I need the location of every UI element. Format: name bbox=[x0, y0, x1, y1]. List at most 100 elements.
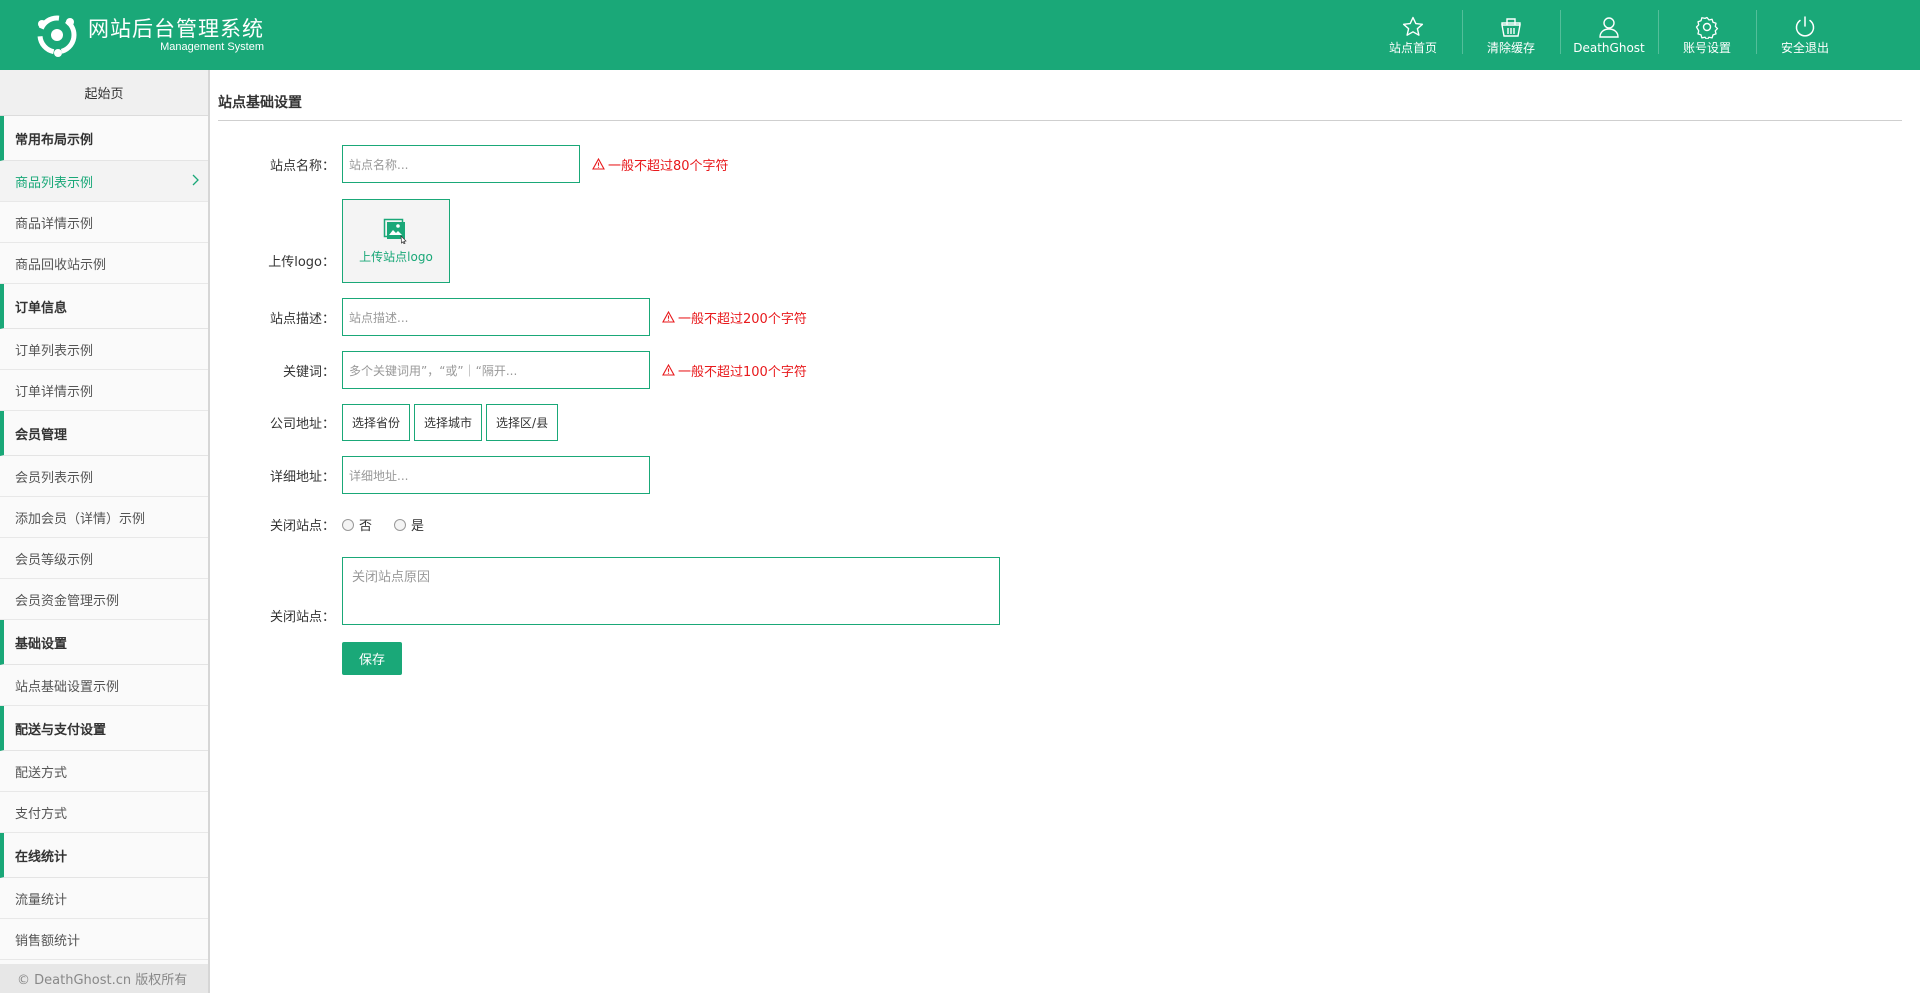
district-select[interactable]: 选择区/县 bbox=[486, 404, 559, 441]
sidebar-item-delivery[interactable]: 配送方式 bbox=[0, 751, 208, 792]
sidebar-item-product-detail[interactable]: 商品详情示例 bbox=[0, 202, 208, 243]
nav-site-home[interactable]: 站点首页 bbox=[1364, 0, 1462, 70]
top-header: 网站后台管理系统 Management System 站点首页 清除缓存 Dea… bbox=[0, 0, 1920, 70]
warning-icon bbox=[662, 364, 675, 376]
sidebar-home[interactable]: 起始页 bbox=[0, 70, 208, 116]
gear-icon bbox=[1695, 16, 1719, 39]
address-row: 公司地址： 选择省份 选择城市 选择区/县 bbox=[218, 404, 562, 441]
close-reason-label: 关闭站点： bbox=[269, 610, 335, 625]
sidebar-item-label: 会员资金管理示例 bbox=[15, 593, 120, 609]
keywords-hint: 一般不超过100个字符 bbox=[662, 361, 807, 380]
keywords-label: 关键词： bbox=[282, 364, 335, 380]
nav-user-label: DeathGhost bbox=[1573, 41, 1645, 55]
nav-user[interactable]: DeathGhost bbox=[1560, 0, 1658, 70]
site-name-input[interactable]: 站点名称... bbox=[342, 145, 580, 183]
nav-clear-cache[interactable]: 清除缓存 bbox=[1462, 0, 1560, 70]
nav-logout-label: 安全退出 bbox=[1780, 41, 1829, 55]
chevron-right-icon bbox=[192, 174, 199, 186]
sidebar: 起始页 常用布局示例 商品列表示例 商品详情示例 商品回收站示例 订单信息 订单… bbox=[0, 70, 210, 993]
site-name-hint: 一般不超过80个字符 bbox=[592, 155, 729, 174]
description-input[interactable]: 站点描述... bbox=[342, 298, 650, 336]
nav-site-home-label: 站点首页 bbox=[1388, 41, 1437, 55]
nav-clear-cache-label: 清除缓存 bbox=[1486, 41, 1535, 55]
site-name-hint-text: 一般不超过80个字符 bbox=[608, 158, 729, 174]
keywords-hint-text: 一般不超过100个字符 bbox=[678, 364, 807, 380]
sidebar-item-label: 商品详情示例 bbox=[15, 216, 94, 232]
close-site-no-radio[interactable]: 否 bbox=[342, 515, 372, 534]
save-button[interactable]: 保存 bbox=[342, 642, 402, 675]
sidebar-item-label: 添加会员（详情）示例 bbox=[15, 511, 146, 527]
power-icon bbox=[1795, 16, 1815, 37]
sidebar-item-product-recycle[interactable]: 商品回收站示例 bbox=[0, 243, 208, 284]
sidebar-item-member-funds[interactable]: 会员资金管理示例 bbox=[0, 579, 208, 620]
top-nav: 站点首页 清除缓存 DeathGhost 账号设置 安全退出 bbox=[1364, 0, 1920, 70]
radio-label: 否 bbox=[359, 519, 373, 534]
star-icon bbox=[1402, 16, 1424, 36]
upload-logo-label: 上传站点logo bbox=[359, 249, 433, 264]
sidebar-item-label: 流量统计 bbox=[15, 892, 68, 908]
sidebar-item-member-level[interactable]: 会员等级示例 bbox=[0, 538, 208, 579]
address-label: 公司地址： bbox=[269, 417, 335, 432]
sidebar-item-label: 站点基础设置示例 bbox=[15, 679, 120, 695]
sidebar-group-members: 会员管理 bbox=[0, 411, 208, 456]
nav-logout[interactable]: 安全退出 bbox=[1756, 0, 1854, 70]
detail-address-label: 详细地址： bbox=[269, 469, 335, 485]
close-site-yes-radio[interactable]: 是 bbox=[394, 515, 424, 534]
province-select[interactable]: 选择省份 bbox=[342, 404, 411, 441]
keywords-input[interactable]: 多个关键词用”，“或”｜“隔开... bbox=[342, 351, 650, 389]
logo-icon bbox=[37, 15, 77, 57]
logo-row: 上传logo： 上传站点logo bbox=[218, 199, 450, 283]
copyright-footer: © DeathGhost.cn 版权所有 bbox=[0, 964, 208, 993]
sidebar-item-label: 会员列表示例 bbox=[15, 470, 94, 486]
radio-label: 是 bbox=[411, 519, 425, 534]
user-icon bbox=[1599, 17, 1619, 38]
description-row: 站点描述： 站点描述... 一般不超过200个字符 bbox=[218, 298, 807, 336]
description-hint-text: 一般不超过200个字符 bbox=[678, 311, 807, 327]
keywords-row: 关键词： 多个关键词用”，“或”｜“隔开... 一般不超过100个字符 bbox=[218, 351, 807, 389]
sidebar-item-add-member[interactable]: 添加会员（详情）示例 bbox=[0, 497, 208, 538]
sidebar-item-site-settings[interactable]: 站点基础设置示例 bbox=[0, 665, 208, 706]
sidebar-group-layout: 常用布局示例 bbox=[0, 116, 208, 161]
sidebar-item-order-detail[interactable]: 订单详情示例 bbox=[0, 370, 208, 411]
sidebar-item-order-list[interactable]: 订单列表示例 bbox=[0, 329, 208, 370]
page-title: 站点基础设置 bbox=[218, 95, 302, 111]
site-name-row: 站点名称： 站点名称... 一般不超过80个字符 bbox=[218, 145, 729, 183]
image-upload-icon bbox=[383, 218, 407, 244]
sidebar-group-statistics: 在线统计 bbox=[0, 833, 208, 878]
sidebar-item-label: 订单详情示例 bbox=[15, 384, 94, 400]
sidebar-item-label: 订单列表示例 bbox=[15, 343, 94, 359]
close-reason-textarea[interactable]: 关闭站点原因 bbox=[342, 557, 1000, 625]
sidebar-item-traffic-stats[interactable]: 流量统计 bbox=[0, 878, 208, 919]
sidebar-item-product-list[interactable]: 商品列表示例 bbox=[0, 161, 208, 202]
main-content: 站点基础设置 站点名称： 站点名称... 一般不超过80个字符 上传logo： … bbox=[218, 70, 1902, 993]
city-select[interactable]: 选择城市 bbox=[414, 404, 483, 441]
radio-circle bbox=[342, 518, 354, 531]
sidebar-item-label: 销售额统计 bbox=[15, 933, 81, 949]
description-hint: 一般不超过200个字符 bbox=[662, 308, 807, 327]
sidebar-item-label: 支付方式 bbox=[15, 806, 68, 822]
radio-circle bbox=[394, 518, 407, 531]
close-site-row: 关闭站点： 否 是 bbox=[218, 515, 446, 534]
detail-address-input[interactable]: 详细地址... bbox=[342, 456, 650, 494]
warning-icon bbox=[662, 311, 675, 323]
sidebar-item-label: 配送方式 bbox=[15, 765, 68, 781]
sidebar-item-member-list[interactable]: 会员列表示例 bbox=[0, 456, 208, 497]
upload-logo-button[interactable]: 上传站点logo bbox=[342, 199, 450, 283]
sidebar-item-sales-stats[interactable]: 销售额统计 bbox=[0, 919, 208, 960]
logo-label: 上传logo： bbox=[268, 255, 335, 270]
site-name-label: 站点名称： bbox=[269, 158, 335, 174]
close-site-label: 关闭站点： bbox=[269, 519, 335, 534]
app-subtitle: Management System bbox=[160, 41, 264, 53]
logo[interactable]: 网站后台管理系统 Management System bbox=[34, 12, 264, 58]
sidebar-item-label: 商品回收站示例 bbox=[15, 257, 107, 273]
nav-account-settings-label: 账号设置 bbox=[1682, 41, 1731, 55]
title-divider bbox=[218, 120, 1902, 121]
nav-account-settings[interactable]: 账号设置 bbox=[1658, 0, 1756, 70]
basket-icon bbox=[1501, 18, 1521, 37]
description-label: 站点描述： bbox=[269, 311, 335, 327]
sidebar-group-delivery-payment: 配送与支付设置 bbox=[0, 706, 208, 751]
sidebar-item-label: 会员等级示例 bbox=[15, 552, 94, 568]
sidebar-item-payment[interactable]: 支付方式 bbox=[0, 792, 208, 833]
warning-icon bbox=[592, 158, 605, 170]
sidebar-item-label: 商品列表示例 bbox=[15, 175, 94, 191]
